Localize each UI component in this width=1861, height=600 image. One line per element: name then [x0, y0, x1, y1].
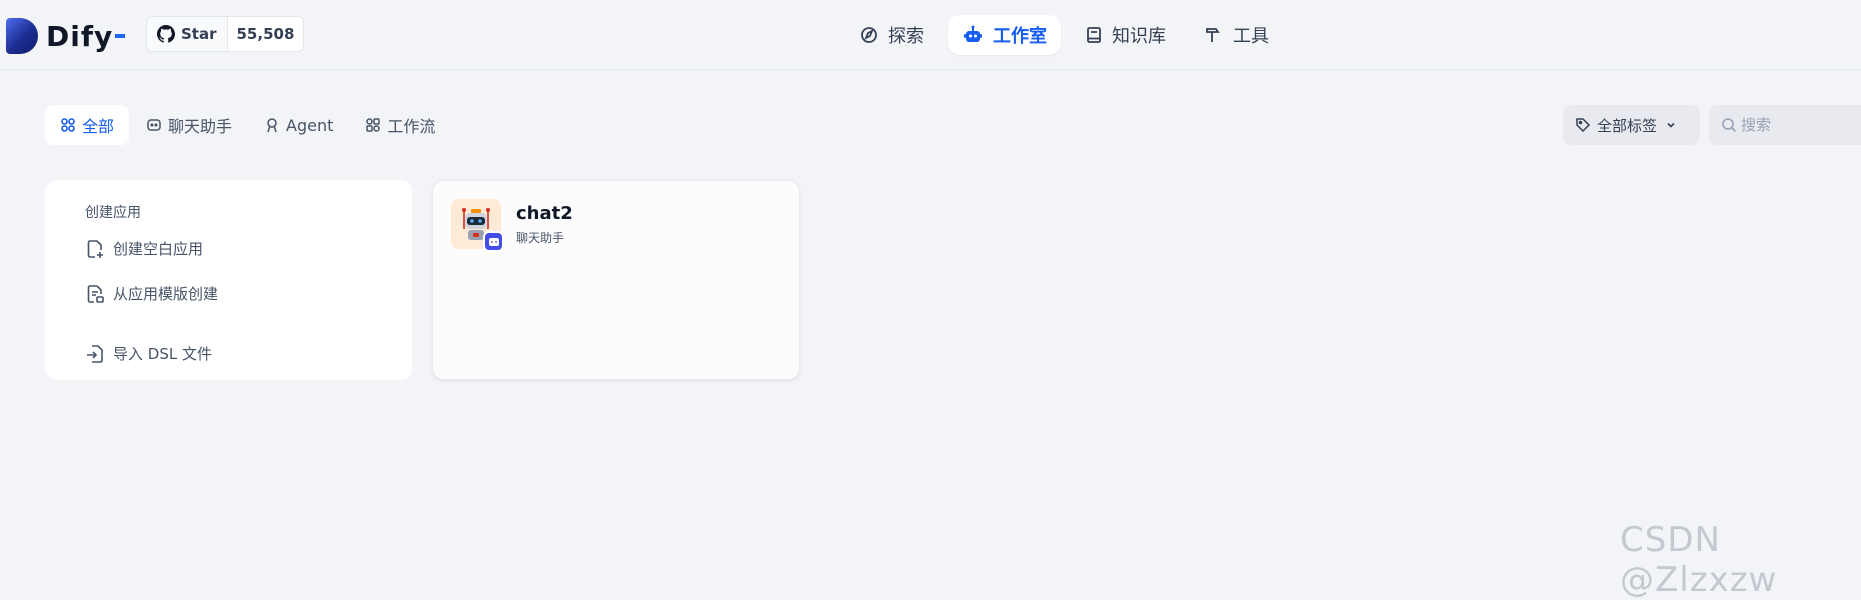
- create-from-template-label: 从应用模版创建: [113, 285, 219, 303]
- app-name: chat2: [516, 203, 573, 224]
- main-nav: 探索 工作室 知识库 工具: [845, 15, 1293, 55]
- tag-icon: [1576, 118, 1591, 133]
- file-template-icon: [87, 284, 104, 303]
- create-app-card: 创建应用 创建空白应用 从应用模版创建 导入 DSL 文件: [45, 180, 412, 380]
- file-import-icon: [87, 344, 103, 363]
- nav-studio[interactable]: 工作室: [948, 15, 1061, 55]
- workflow-icon: [366, 118, 381, 132]
- file-plus-icon: [87, 239, 103, 258]
- tab-workflow-label: 工作流: [387, 117, 436, 136]
- top-header: Dify Star 55,508 探索 工作室 知识库 工具: [0, 0, 1861, 70]
- chat-badge-icon: [483, 231, 504, 252]
- chevron-down-icon: [1667, 122, 1675, 128]
- dify-logo-mark-icon: [6, 18, 38, 54]
- import-dsl-label: 导入 DSL 文件: [113, 345, 212, 363]
- tab-workflow[interactable]: 工作流: [350, 105, 450, 145]
- import-dsl-button[interactable]: 导入 DSL 文件: [85, 343, 212, 364]
- tag-filter-label: 全部标签: [1597, 116, 1658, 135]
- nav-studio-label: 工作室: [993, 26, 1047, 47]
- tab-agent-label: Agent: [286, 115, 334, 135]
- tab-chat-assistant-label: 聊天助手: [168, 117, 233, 136]
- create-app-title: 创建应用: [85, 205, 141, 221]
- nav-explore-label: 探索: [888, 26, 924, 47]
- chat-bubble-icon: [147, 119, 161, 131]
- hammer-icon: [1206, 28, 1220, 42]
- github-star-button[interactable]: Star 55,508: [146, 16, 305, 52]
- book-icon: [1087, 27, 1101, 43]
- nav-explore[interactable]: 探索: [845, 15, 938, 55]
- github-icon: [157, 25, 175, 43]
- app-type-tabs: 全部 聊天助手 Agent 工作流: [45, 105, 452, 145]
- create-blank-app-label: 创建空白应用: [113, 240, 204, 258]
- dify-logo[interactable]: Dify: [6, 16, 126, 56]
- watermark: CSDN @Zlzxzw: [1620, 520, 1778, 600]
- github-star-count: 55,508: [236, 25, 295, 43]
- app-type: 聊天助手: [516, 231, 565, 245]
- agent-icon: [267, 118, 277, 133]
- tab-all[interactable]: 全部: [45, 105, 130, 145]
- tab-chat-assistant[interactable]: 聊天助手: [131, 105, 247, 145]
- github-star-label-area: Star: [147, 17, 228, 51]
- tab-agent[interactable]: Agent: [249, 105, 348, 145]
- create-blank-app-button[interactable]: 创建空白应用: [85, 238, 203, 259]
- search-input[interactable]: [1741, 116, 1861, 134]
- logo-text: Dify: [46, 19, 114, 53]
- grid-icon: [61, 118, 75, 132]
- logo-dot: [115, 34, 126, 38]
- tab-all-label: 全部: [82, 117, 115, 136]
- github-star-label: Star: [181, 25, 217, 43]
- app-card[interactable]: chat2 聊天助手: [432, 180, 800, 380]
- nav-tools[interactable]: 工具: [1190, 15, 1283, 55]
- search-box[interactable]: [1709, 105, 1861, 145]
- create-from-template-button[interactable]: 从应用模版创建: [85, 283, 218, 304]
- compass-icon: [861, 27, 877, 43]
- nav-knowledge-label: 知识库: [1112, 26, 1166, 47]
- search-icon: [1722, 118, 1737, 133]
- nav-tools-label: 工具: [1233, 26, 1269, 47]
- nav-knowledge[interactable]: 知识库: [1071, 15, 1180, 55]
- robot-icon: [964, 25, 982, 42]
- tag-filter-dropdown[interactable]: 全部标签: [1563, 105, 1700, 145]
